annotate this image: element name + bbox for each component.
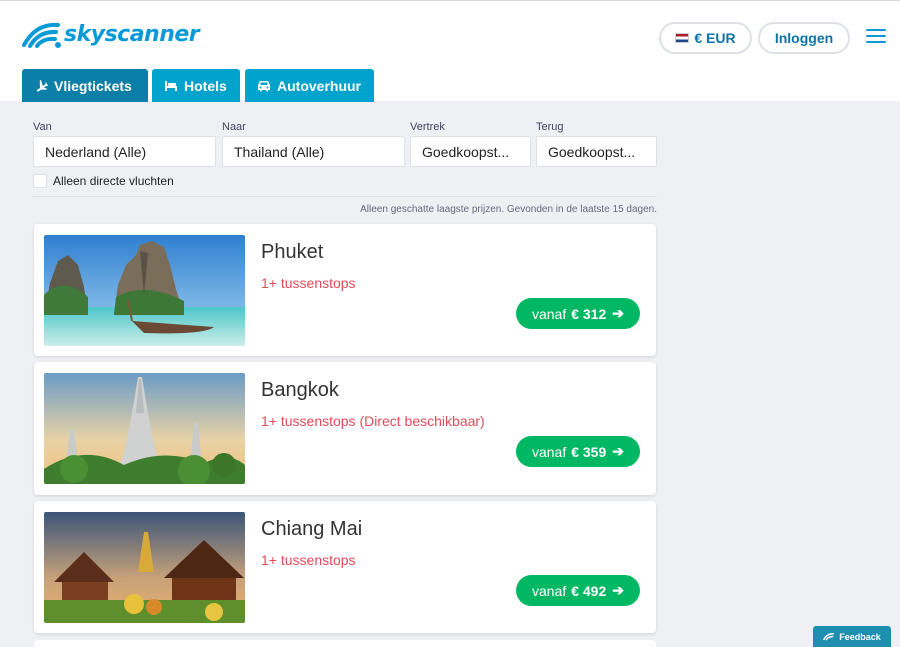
tab-hotels[interactable]: Hotels xyxy=(152,69,240,102)
divider xyxy=(33,196,657,197)
price-value: € 312 xyxy=(571,305,607,322)
currency-button[interactable]: € EUR xyxy=(659,22,752,54)
result-card-phuket[interactable]: Phuket 1+ tussenstops vanaf € 312 ➔ xyxy=(34,224,656,356)
destination-city: Phuket xyxy=(261,241,324,263)
direct-flights-label: Alleen directe vluchten xyxy=(53,174,174,188)
stops-info: 1+ tussenstops xyxy=(261,275,356,291)
tab-label: Vliegtickets xyxy=(54,77,132,94)
price-value: € 359 xyxy=(571,443,607,460)
to-label: Naar xyxy=(222,121,246,133)
from-field[interactable]: Nederland (Alle) xyxy=(33,136,216,167)
price-prefix: vanaf xyxy=(531,582,567,599)
direct-flights-checkbox[interactable] xyxy=(33,174,47,188)
return-date-field[interactable]: Goedkoopst... xyxy=(536,136,657,167)
arrow-right-icon: ➔ xyxy=(612,582,624,598)
netherlands-flag-icon xyxy=(675,33,690,43)
tab-car-rental[interactable]: Autoverhuur xyxy=(245,69,374,102)
destination-city: Bangkok xyxy=(261,379,339,401)
destination-image xyxy=(44,512,245,623)
result-card-partial xyxy=(34,640,656,647)
depart-date-field[interactable]: Goedkoopst... xyxy=(410,136,531,167)
feedback-label: Feedback xyxy=(839,631,881,642)
from-label: Van xyxy=(33,121,52,133)
tab-label: Autoverhuur xyxy=(277,77,361,94)
stops-info: 1+ tussenstops xyxy=(261,552,356,568)
to-field[interactable]: Thailand (Alle) xyxy=(222,136,405,167)
bed-icon xyxy=(165,80,177,91)
plane-icon xyxy=(36,79,48,92)
login-button[interactable]: Inloggen xyxy=(758,22,850,54)
top-bar: skyscanner € EUR Inloggen Vliegtickets H… xyxy=(0,0,900,102)
price-button[interactable]: vanaf € 359 ➔ xyxy=(515,436,640,467)
price-prefix: vanaf xyxy=(531,443,567,460)
price-button[interactable]: vanaf € 312 ➔ xyxy=(515,298,640,329)
result-card-chiang-mai[interactable]: Chiang Mai 1+ tussenstops vanaf € 492 ➔ xyxy=(34,501,656,633)
currency-label: € EUR xyxy=(694,30,736,46)
result-card-bangkok[interactable]: Bangkok 1+ tussenstops (Direct beschikba… xyxy=(34,362,656,495)
destination-city: Chiang Mai xyxy=(261,518,363,540)
price-prefix: vanaf xyxy=(531,305,567,322)
arrow-right-icon: ➔ xyxy=(612,305,624,321)
skyscanner-logo-icon xyxy=(823,633,835,641)
stops-info: 1+ tussenstops (Direct beschikbaar) xyxy=(261,413,485,429)
tab-label: Hotels xyxy=(184,77,227,94)
tab-flights[interactable]: Vliegtickets xyxy=(22,69,148,102)
brand-name: skyscanner xyxy=(64,21,200,47)
skyscanner-logo[interactable]: skyscanner xyxy=(22,19,200,49)
price-button[interactable]: vanaf € 492 ➔ xyxy=(515,575,640,606)
return-label: Terug xyxy=(536,121,564,133)
destination-image xyxy=(44,235,245,346)
destination-image xyxy=(44,373,245,484)
depart-label: Vertrek xyxy=(410,121,445,133)
hamburger-menu-icon[interactable] xyxy=(866,29,886,45)
arrow-right-icon: ➔ xyxy=(612,443,624,459)
car-icon xyxy=(258,80,270,91)
direct-flights-option: Alleen directe vluchten xyxy=(33,174,174,188)
feedback-button[interactable]: Feedback xyxy=(813,626,891,647)
price-disclaimer: Alleen geschatte laagste prijzen. Gevond… xyxy=(360,204,657,215)
skyscanner-logo-icon xyxy=(22,22,61,48)
price-value: € 492 xyxy=(571,582,607,599)
